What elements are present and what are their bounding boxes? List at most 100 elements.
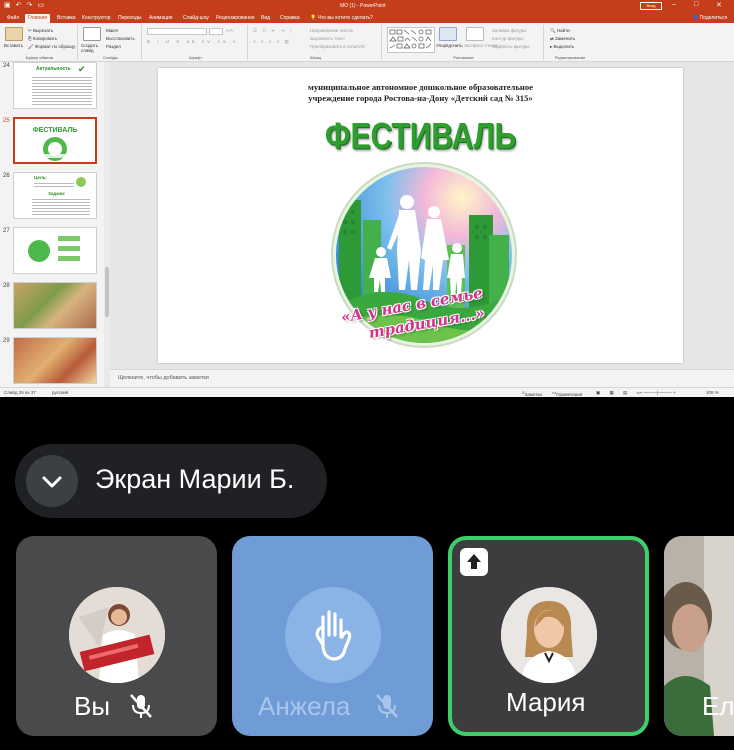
participant-tile-anzhela[interactable]: Анжела — [232, 536, 433, 736]
window-title: МО (1) - PowerPoint — [340, 3, 386, 9]
tab-help[interactable]: Справка — [277, 14, 303, 23]
language-indicator[interactable]: русский — [52, 390, 68, 395]
tab-animations[interactable]: Анимация — [146, 14, 175, 23]
zoom-level[interactable]: 108 % — [706, 390, 719, 395]
screen-share-label: Экран Марии Б. — [95, 464, 295, 494]
slide-thumbnail-24[interactable]: Актуальность ✔ — [13, 62, 97, 109]
align-text-button[interactable]: Выровнять текст — [310, 36, 345, 41]
shape-fill-button[interactable]: Заливка фигуры — [492, 28, 526, 33]
view-buttons[interactable]: ▣ ▦ ▤ ▭ — [596, 390, 645, 396]
minimize-icon[interactable]: – — [672, 1, 676, 8]
scroll-handle[interactable] — [105, 267, 109, 317]
copy-label: Копировать — [32, 36, 58, 41]
layout-button[interactable]: Макет — [106, 28, 119, 33]
slide-number: 27 — [3, 228, 10, 234]
replace-label: Заменить — [555, 36, 576, 41]
group-font: A A B I U S ab AV Aa A Шрифт — [144, 25, 248, 60]
zoom-slider[interactable]: – ———|——— + — [640, 390, 676, 395]
copy-button[interactable]: ⎘ Копировать — [28, 36, 57, 41]
tab-transitions[interactable]: Переходы — [115, 14, 144, 23]
slide-thumbnail-26[interactable]: Цель: Задачи: — [13, 172, 97, 219]
list-buttons[interactable]: ☰ ☷ ⇤ ⇥ ↕ — [253, 28, 294, 34]
tab-slideshow[interactable]: Слайд-шоу — [180, 14, 212, 23]
close-icon[interactable]: ✕ — [716, 1, 722, 9]
shape-effects-button[interactable]: Эффекты фигуры — [492, 44, 530, 49]
paste-button[interactable]: Вставить — [4, 43, 23, 48]
slide-thumbnail-29[interactable] — [13, 337, 97, 384]
shape-outline-button[interactable]: Контур фигуры — [492, 36, 523, 41]
slide-header-text: муниципальное автономное дошкольное обра… — [158, 82, 683, 104]
slide-thumbnail-28[interactable] — [13, 282, 97, 329]
screen-share-chip[interactable]: Экран Марии Б. — [15, 444, 327, 518]
participant-name: Анжела — [258, 691, 351, 721]
avatar — [69, 587, 165, 683]
ribbon-tabs: Файл Главная Вставка Конструктор Переход… — [0, 12, 734, 23]
presenting-badge — [460, 548, 488, 576]
thumb-bar — [58, 246, 80, 251]
tab-insert[interactable]: Вставка — [54, 14, 79, 23]
maximize-icon[interactable]: □ — [694, 1, 698, 8]
participant-tile-you[interactable]: Вы — [16, 536, 217, 736]
redo-icon[interactable]: ↷ — [27, 2, 33, 10]
notes-toggle-label: Заметки — [524, 392, 542, 397]
slide-number: 29 — [3, 338, 10, 344]
slide-counter: Слайд 25 из 37 — [4, 390, 36, 395]
participant-name: Ел — [702, 691, 734, 721]
paste-icon[interactable] — [5, 27, 23, 41]
avatar-photo — [69, 587, 165, 683]
thumb-text-lines — [32, 197, 90, 215]
font-family-select[interactable] — [147, 28, 207, 35]
group-label-editing: Редактирование — [554, 55, 586, 60]
group-clipboard: Вставить ✂ Вырезать ⎘ Копировать 🖌 Форма… — [2, 25, 78, 60]
tab-review[interactable]: Рецензирование — [213, 14, 258, 23]
signin-button[interactable]: Вход — [640, 2, 662, 10]
find-button[interactable]: 🔍 Найти — [550, 28, 570, 34]
tab-view[interactable]: Вид — [258, 14, 273, 23]
tab-file[interactable]: Файл — [4, 14, 22, 23]
new-slide-button[interactable]: Создать слайд — [81, 43, 107, 53]
quick-styles-icon[interactable] — [466, 27, 484, 41]
text-direction-button[interactable]: Направление текста — [310, 28, 353, 33]
notes-placeholder[interactable]: Щелкните, чтобы добавить заметки — [110, 369, 734, 387]
undo-icon[interactable]: ↶ — [16, 2, 22, 10]
section-button[interactable]: Раздел — [106, 44, 121, 49]
shapes-gallery[interactable] — [387, 27, 435, 53]
tell-me-search[interactable]: 💡 Что вы хотите сделать? — [310, 15, 373, 21]
share-button[interactable]: 👤 Поделиться — [692, 15, 727, 21]
participant-tile-el[interactable]: Ел — [664, 536, 734, 736]
smartart-button[interactable]: Преобразовать в SmartArt — [310, 44, 365, 49]
tab-design[interactable]: Конструктор — [79, 14, 114, 23]
slide-thumbnail-25[interactable]: ФЕСТИВАЛЬ — [13, 117, 97, 164]
new-slide-icon[interactable] — [83, 27, 101, 41]
comments-toggle[interactable]: ▭ Примечания — [552, 390, 582, 397]
present-icon[interactable]: ▭ — [37, 2, 44, 10]
reset-button[interactable]: Восстановить — [106, 36, 135, 41]
font-size-select[interactable] — [209, 28, 223, 35]
select-label: Выделить — [553, 44, 575, 49]
replace-button[interactable]: ⇄ Заменить — [550, 36, 575, 42]
status-bar: Слайд 25 из 37 русский ≡ Заметки ▭ Приме… — [0, 387, 734, 397]
select-button[interactable]: ▸ Выделить — [550, 44, 574, 50]
participant-name: Мария — [506, 687, 586, 717]
align-buttons[interactable]: ≡ ≡ ≡ ≡ ▥ — [253, 39, 291, 45]
thumb-text-lines — [34, 181, 74, 189]
arrange-button[interactable]: Упорядочить — [436, 43, 463, 48]
arrange-icon[interactable] — [439, 27, 457, 41]
participant-tile-maria[interactable]: Мария — [448, 536, 649, 736]
group-label-paragraph: Абзац — [309, 55, 322, 60]
save-icon[interactable]: ▣ — [4, 2, 11, 10]
participant-name: Вы — [74, 691, 111, 721]
collapse-button[interactable] — [26, 455, 78, 507]
current-slide[interactable]: муниципальное автономное дошкольное обра… — [158, 68, 683, 363]
checkmark-icon: ✔ — [78, 64, 86, 74]
cut-button[interactable]: ✂ Вырезать — [28, 28, 53, 34]
slide-number: 25 — [3, 118, 10, 124]
font-format-buttons[interactable]: B I U S ab AV Aa A — [147, 39, 239, 44]
tab-home[interactable]: Главная — [25, 14, 51, 23]
shapes-icon — [389, 29, 432, 49]
thumb-subtitle: Задачи: — [48, 191, 66, 196]
format-painter-button[interactable]: 🖌 Формат по образцу — [28, 44, 75, 50]
slide-thumbnail-27[interactable] — [13, 227, 97, 274]
font-grow-icon[interactable]: A A — [226, 28, 233, 33]
notes-toggle[interactable]: ≡ Заметки — [522, 390, 542, 397]
